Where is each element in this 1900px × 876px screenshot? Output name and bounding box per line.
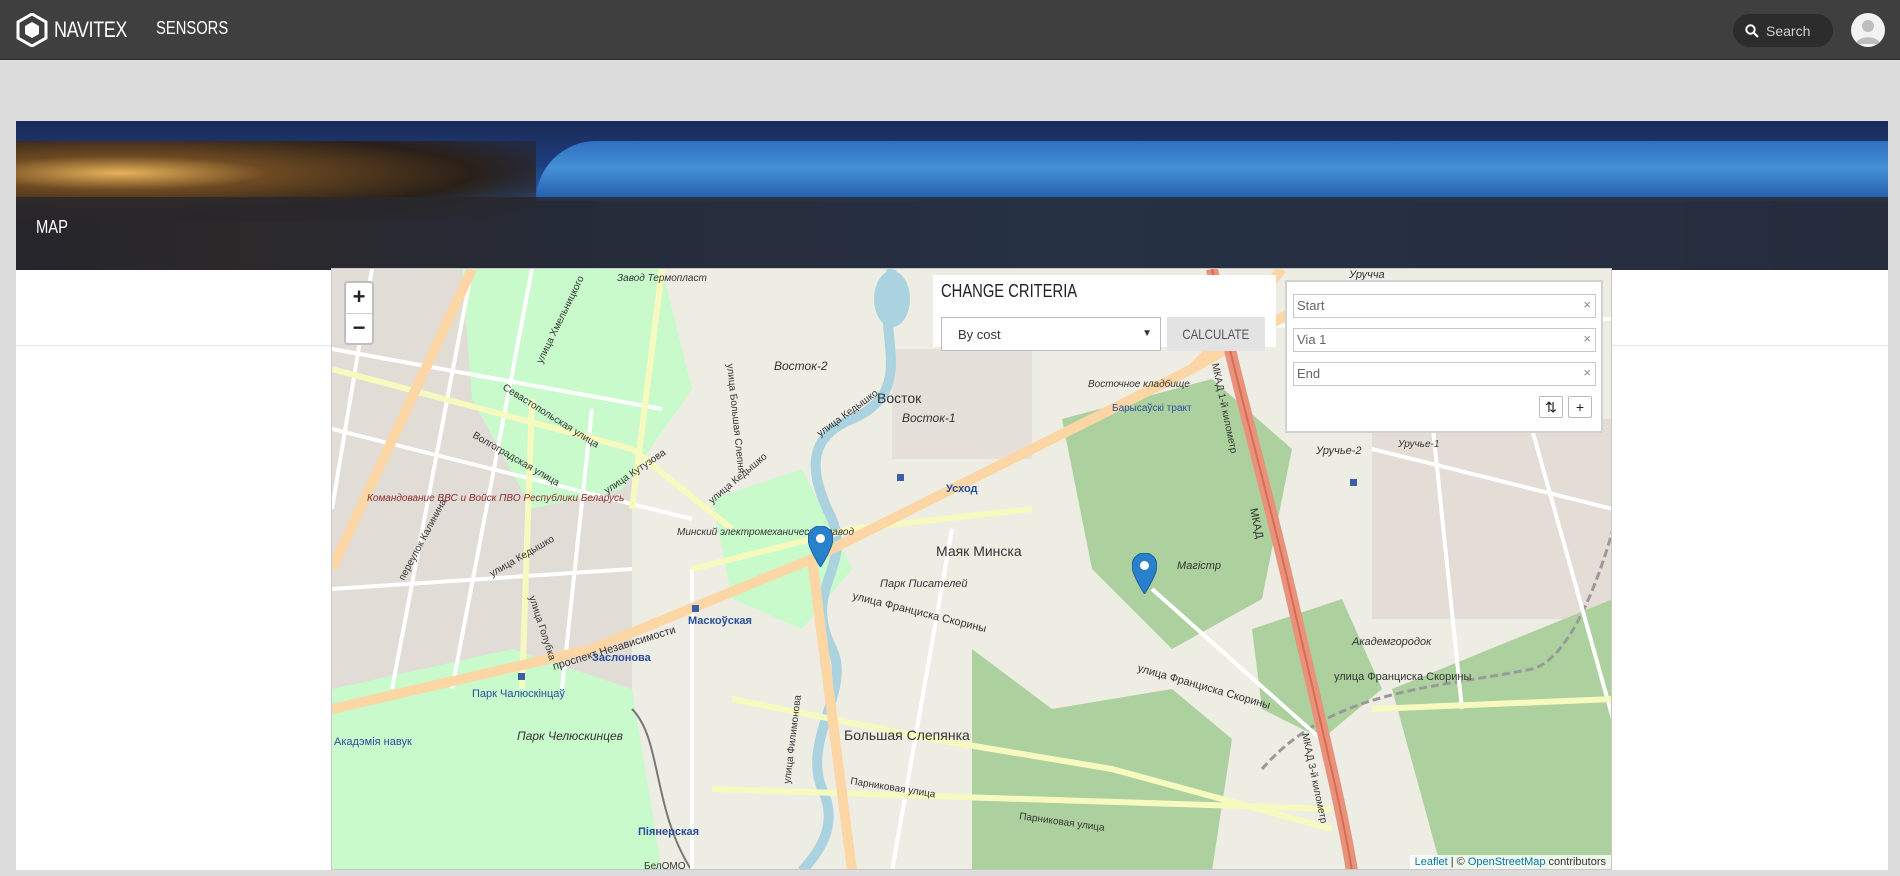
osm-link[interactable]: OpenStreetMap (1468, 856, 1546, 868)
map-label: Парк Челюскинцев (517, 729, 623, 743)
criteria-panel: CHANGE CRITERIA By cost ▼ CALCULATE (933, 275, 1276, 351)
brand-name: NAVITEX (54, 17, 127, 42)
brand-logo[interactable]: NAVITEX (16, 13, 143, 47)
map-label: Завод Термопласт (617, 273, 707, 284)
banner-pool (536, 141, 1888, 201)
content-panel-left (16, 346, 331, 870)
via-waypoint-placeholder: Via 1 (1297, 332, 1327, 347)
end-waypoint-placeholder: End (1297, 366, 1321, 381)
clear-via-icon[interactable]: × (1583, 331, 1591, 346)
map-label: Усход (946, 483, 978, 495)
zoom-in-button[interactable]: + (346, 283, 372, 313)
page-title: MAP (36, 217, 68, 237)
zoom-out-button[interactable]: − (346, 313, 372, 343)
map-label: улица Франциска Скорины (1334, 671, 1471, 683)
nav-link-sensors[interactable]: SENSORS (156, 18, 228, 39)
attribution-separator: | © (1447, 856, 1468, 868)
map-label: Восток-1 (902, 411, 956, 425)
map-label: Маскоўская (688, 615, 752, 627)
reverse-waypoints-button[interactable]: ⇅ (1539, 396, 1563, 418)
page-banner: MAP (16, 121, 1888, 270)
search-icon (1745, 23, 1759, 38)
criteria-select[interactable]: By cost ▼ (941, 317, 1161, 351)
map-marker-icon[interactable] (808, 526, 833, 567)
start-waypoint-field[interactable]: Start × (1293, 294, 1596, 318)
end-waypoint-field[interactable]: End × (1293, 362, 1596, 386)
map-label: Уручье-2 (1315, 445, 1362, 457)
leaflet-link[interactable]: Leaflet (1415, 856, 1448, 868)
add-waypoint-button[interactable]: + (1568, 396, 1592, 418)
routing-panel: Start × Via 1 × End × ⇅ + (1285, 280, 1603, 433)
start-waypoint-placeholder: Start (1297, 298, 1325, 313)
map-label: Восток (877, 390, 922, 406)
search-label: Search (1766, 22, 1811, 39)
chevron-down-icon: ▼ (1142, 328, 1152, 339)
map-label: Заслонова (592, 652, 652, 664)
map-attribution: Leaflet | © OpenStreetMap contributors (1409, 855, 1611, 869)
map-label: Восток-2 (774, 359, 828, 373)
search-box[interactable]: Search (1733, 14, 1833, 47)
map-marker-icon[interactable] (1132, 553, 1157, 594)
clear-end-icon[interactable]: × (1583, 365, 1591, 380)
user-avatar-icon (1856, 20, 1880, 44)
top-navbar: NAVITEX SENSORS Search (0, 0, 1900, 60)
map-label: Маяк Минска (936, 543, 1022, 559)
calculate-label: CALCULATE (1182, 326, 1250, 342)
map-label: Барысаўскі тракт (1112, 402, 1192, 414)
map-label: БелОМО (644, 861, 686, 870)
map-label: Большая Слепянка (844, 727, 970, 743)
map-label: Парк Писателей (880, 578, 968, 590)
map-label: Магістр (1177, 560, 1221, 572)
content-panel-right (1612, 346, 1888, 870)
attribution-contributors: contributors (1545, 856, 1606, 868)
via-waypoint-field[interactable]: Via 1 × (1293, 328, 1596, 352)
user-avatar[interactable] (1851, 13, 1885, 47)
calculate-button[interactable]: CALCULATE (1167, 317, 1265, 351)
map-label: Академгородок (1351, 636, 1432, 648)
banner-overlay (16, 197, 1888, 270)
map-label: Парк Чалюскінцаў (472, 688, 565, 700)
map-label: Уручье-1 (1397, 439, 1439, 450)
map-label: Восточное кладбище (1088, 378, 1190, 390)
map-view[interactable]: Восток-2 Восток Восток-1 Усход Маяк Минс… (331, 268, 1612, 870)
map-label: Піянерская (638, 826, 699, 838)
navitex-logo-icon (16, 13, 48, 47)
map-label: Командование ВВС и Войск ПВО Республики … (367, 492, 624, 504)
criteria-selected-value: By cost (958, 327, 1001, 342)
clear-start-icon[interactable]: × (1583, 297, 1591, 312)
zoom-control: + − (344, 281, 374, 345)
map-label: Акадэмія навук (334, 736, 412, 748)
criteria-title: CHANGE CRITERIA (941, 281, 1078, 301)
